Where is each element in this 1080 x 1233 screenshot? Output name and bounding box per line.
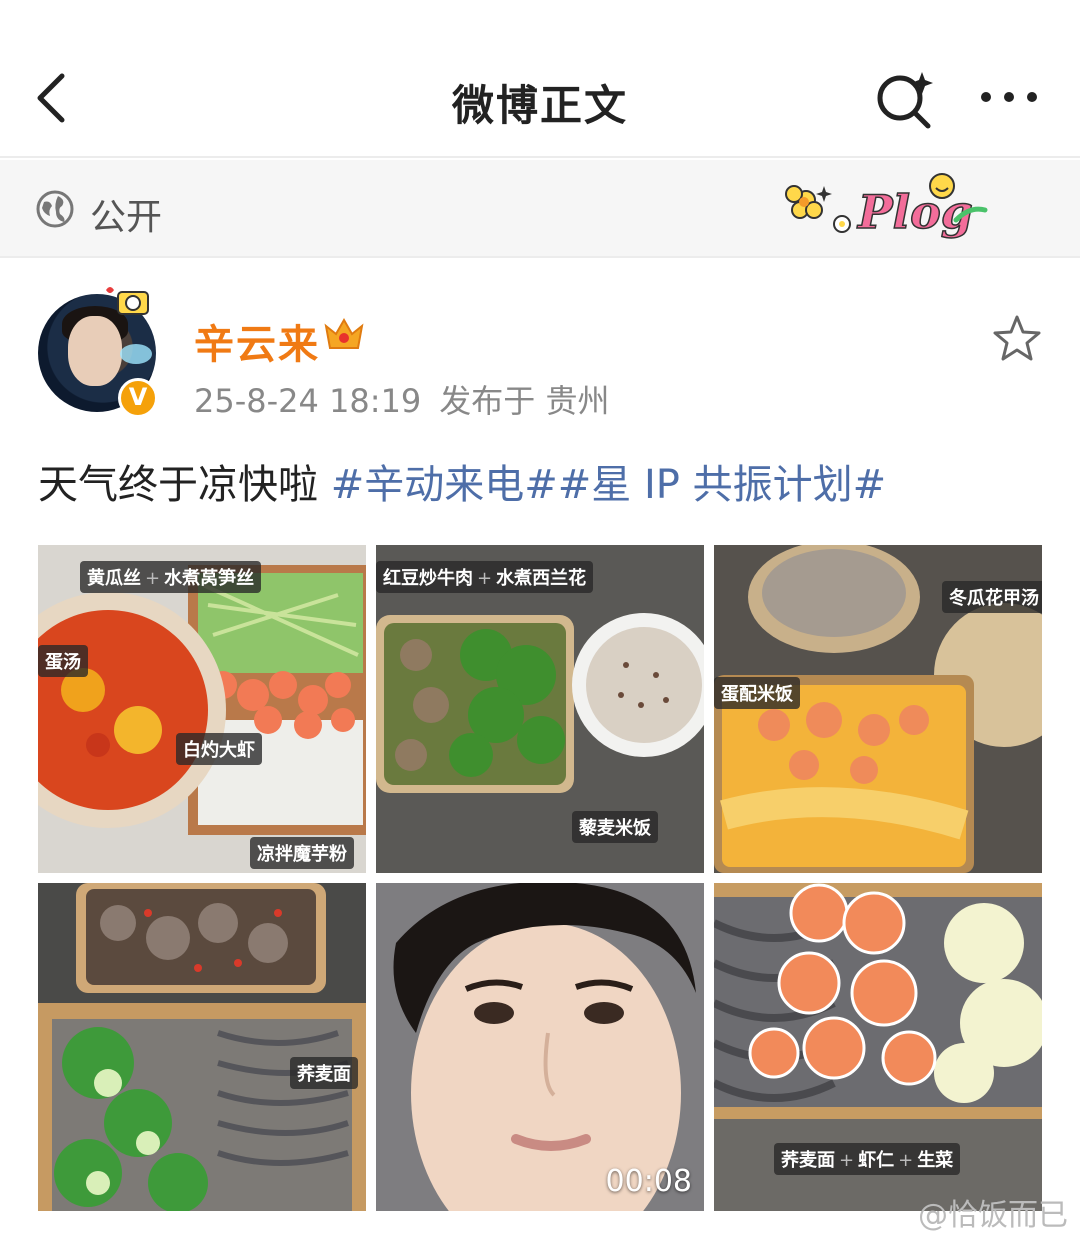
author-name[interactable]: 辛云来: [194, 312, 320, 370]
grid-image-3[interactable]: 冬瓜花甲汤 蛋配米饭: [714, 545, 1042, 873]
grid-image-4[interactable]: 荞麦面: [38, 883, 366, 1211]
grid-image-6[interactable]: 荞麦面 + 虾仁 + 生菜: [714, 883, 1042, 1211]
food-label: 藜麦米饭: [572, 811, 658, 843]
camera-decoration-icon: [106, 287, 149, 315]
grid-image-2[interactable]: 红豆炒牛肉 + 水煮西兰花 藜麦米饭: [376, 545, 704, 873]
food-label: 红豆炒牛肉 + 水煮西兰花: [376, 561, 594, 593]
food-label: 荞麦面: [290, 1057, 358, 1089]
plog-sticker: Plog: [785, 173, 988, 240]
visibility-label: 公开: [90, 197, 163, 238]
watermark: @恰饭而已: [918, 1198, 1068, 1233]
food-label: 蛋汤: [38, 645, 88, 677]
meal-photo-1: [38, 565, 366, 835]
food-label: 黄瓜丝 + 水煮莴笋丝: [80, 561, 262, 593]
post-time: 25-8-24 18:19: [194, 382, 422, 420]
meal-photo-4: [38, 883, 366, 1211]
more-icon[interactable]: [978, 82, 1044, 112]
food-label: 荞麦面 + 虾仁 + 生菜: [774, 1143, 961, 1175]
food-label: 冬瓜花甲汤: [942, 581, 1042, 613]
crown-icon[interactable]: [322, 312, 366, 356]
grid-video[interactable]: 00:08: [376, 883, 704, 1211]
visibility-row: 公开 Plog: [0, 160, 1080, 258]
top-bar: 微博正文: [0, 0, 1080, 158]
post-text: 天气终于凉快啦 #辛动来电##星 IP 共振计划#: [38, 452, 886, 510]
svg-text:Plog: Plog: [856, 185, 973, 239]
star-icon[interactable]: [990, 312, 1044, 366]
food-label: 凉拌魔芋粉: [250, 837, 354, 869]
grid-image-1[interactable]: 黄瓜丝 + 水煮莴笋丝 蛋汤 白灼大虾 凉拌魔芋粉: [38, 545, 366, 873]
verified-badge-icon: V: [118, 378, 158, 418]
globe-icon: [36, 190, 74, 228]
post-meta: 25-8-24 18:19 发布于 贵州: [194, 376, 627, 422]
topic-link[interactable]: #辛动来电#: [331, 462, 558, 508]
search-ai-icon[interactable]: [872, 66, 938, 132]
post-location: 发布于 贵州: [439, 382, 610, 420]
topic-link[interactable]: #星 IP 共振计划#: [558, 462, 886, 508]
video-duration: 00:08: [605, 1164, 692, 1199]
food-label: 白灼大虾: [176, 733, 262, 765]
selfie-video-thumbnail: [376, 883, 704, 1211]
image-grid: 黄瓜丝 + 水煮莴笋丝 蛋汤 白灼大虾 凉拌魔芋粉 红豆炒牛肉 + 水煮西兰花 藜麦米饭: [38, 545, 1042, 1211]
food-label: 蛋配米饭: [714, 677, 800, 709]
post-body: 天气终于凉快啦: [38, 462, 331, 508]
